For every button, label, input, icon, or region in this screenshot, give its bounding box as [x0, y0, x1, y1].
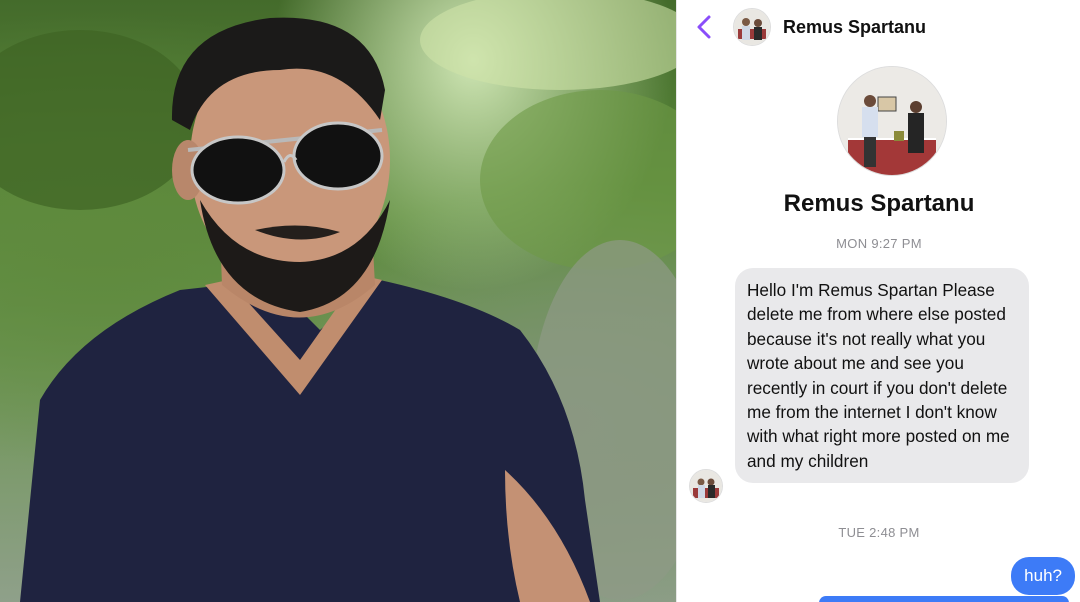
message-timestamp: TUE 2:48 PM: [838, 525, 920, 540]
chevron-left-icon: [697, 15, 711, 39]
profile-avatar[interactable]: [837, 66, 947, 176]
sender-avatar[interactable]: [689, 469, 723, 503]
outgoing-message-bubble-partial[interactable]: [819, 596, 1069, 602]
header-contact-name[interactable]: Remus Spartanu: [783, 17, 926, 38]
header-avatar[interactable]: [733, 8, 771, 46]
back-button[interactable]: [693, 14, 715, 40]
avatar-image: [734, 9, 770, 45]
incoming-message-bubble[interactable]: Hello I'm Remus Spartan Please delete me…: [735, 268, 1029, 484]
outgoing-message-bubble[interactable]: huh?: [1011, 557, 1075, 595]
profile-avatar-image: [838, 67, 946, 175]
profile-name: Remus Spartanu: [783, 190, 975, 217]
sender-avatar-image: [690, 470, 722, 502]
portrait-photo: [0, 0, 676, 602]
message-timestamp: MON 9:27 PM: [836, 236, 922, 251]
chat-panel: Remus Spartanu Remus Spartanu MON 9:27 P…: [676, 0, 1080, 602]
portrait-illustration: [0, 0, 676, 602]
